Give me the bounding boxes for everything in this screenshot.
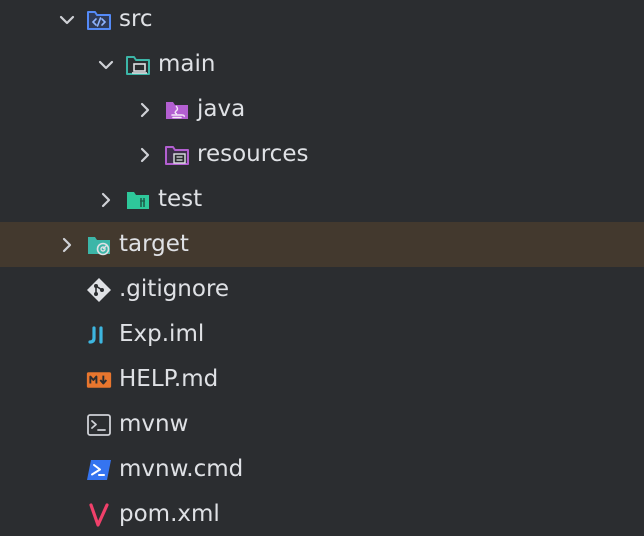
tree-node-label: mvnw xyxy=(119,411,189,437)
chevron-down-icon[interactable] xyxy=(56,9,78,31)
test-folder-icon xyxy=(125,187,151,213)
chevron-right-icon[interactable] xyxy=(95,189,117,211)
tree-node-pom-xml[interactable]: pom.xml xyxy=(0,492,644,536)
tree-node-gitignore[interactable]: .gitignore xyxy=(0,267,644,312)
excluded-folder-icon xyxy=(86,232,112,258)
powershell-icon xyxy=(86,457,112,483)
tree-node-label: .gitignore xyxy=(119,276,230,302)
tree-node-label: resources xyxy=(197,141,309,167)
module-folder-icon xyxy=(125,52,151,78)
tree-node-help-md[interactable]: HELP.md xyxy=(0,357,644,402)
tree-node-label: src xyxy=(119,6,153,32)
chevron-right-icon[interactable] xyxy=(56,234,78,256)
tree-node-label: pom.xml xyxy=(119,501,220,527)
tree-node-target[interactable]: target xyxy=(0,222,644,267)
tree-node-src[interactable]: src xyxy=(0,0,644,42)
tree-node-label: Exp.iml xyxy=(119,321,205,347)
tree-node-label: mvnw.cmd xyxy=(119,456,244,482)
chevron-right-icon[interactable] xyxy=(134,99,156,121)
iml-icon xyxy=(86,322,112,348)
tree-node-label: java xyxy=(197,96,246,122)
java-folder-icon xyxy=(164,97,190,123)
maven-icon xyxy=(86,502,112,528)
project-tree: src main java resources test target .git… xyxy=(0,0,644,536)
tree-node-main[interactable]: main xyxy=(0,42,644,87)
git-icon xyxy=(86,277,112,303)
chevron-down-icon[interactable] xyxy=(95,54,117,76)
tree-node-mvnw[interactable]: mvnw xyxy=(0,402,644,447)
tree-node-label: test xyxy=(158,186,203,212)
resources-folder-icon xyxy=(164,142,190,168)
tree-node-test[interactable]: test xyxy=(0,177,644,222)
tree-node-java[interactable]: java xyxy=(0,87,644,132)
tree-node-resources[interactable]: resources xyxy=(0,132,644,177)
tree-node-mvnw-cmd[interactable]: mvnw.cmd xyxy=(0,447,644,492)
markdown-icon xyxy=(86,367,112,393)
chevron-right-icon[interactable] xyxy=(134,144,156,166)
tree-node-label: main xyxy=(158,51,216,77)
source-folder-icon xyxy=(86,7,112,33)
terminal-icon xyxy=(86,412,112,438)
tree-node-label: HELP.md xyxy=(119,366,219,392)
tree-node-exp-iml[interactable]: Exp.iml xyxy=(0,312,644,357)
tree-node-label: target xyxy=(119,231,189,257)
